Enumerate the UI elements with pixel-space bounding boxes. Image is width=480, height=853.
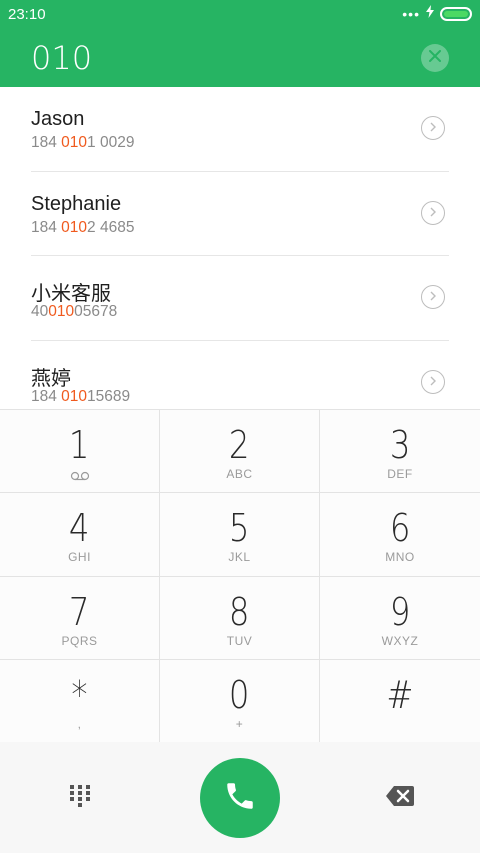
call-button[interactable]	[200, 758, 280, 838]
number-match: 010	[61, 134, 88, 151]
chevron-right-icon	[429, 288, 437, 306]
status-bar: 23:10 •••	[0, 0, 480, 28]
contact-number: 4001005678	[31, 303, 117, 321]
contact-detail-button[interactable]	[421, 369, 445, 394]
key-digit: 5	[229, 506, 250, 551]
key-digit: 9	[389, 589, 411, 634]
charging-icon	[426, 5, 434, 23]
number-match: 010	[61, 387, 88, 405]
key-digit: *	[71, 672, 88, 717]
dialpad: 1 2 ABC 3 DEF 4 GHI 5 JKL 6 MNO 7 PQRS 8…	[0, 409, 480, 743]
key-letters: DEF	[387, 467, 413, 481]
key-letters: ABC	[226, 467, 253, 481]
key-letters: ,	[77, 716, 82, 731]
number-suffix: 2 4685	[87, 218, 135, 236]
search-header: 010	[0, 28, 480, 87]
key-digit: 6	[389, 506, 411, 551]
contact-number: 184 0102 4685	[31, 219, 134, 237]
key-digit: #	[386, 672, 414, 717]
contact-row[interactable]: 小米客服 4001005678	[31, 256, 449, 341]
backspace-button[interactable]	[380, 782, 420, 814]
contact-name: 小米客服	[31, 283, 111, 305]
contact-row[interactable]: Jason 184 0101 0029	[31, 87, 449, 172]
number-suffix: 1 0029	[87, 134, 135, 151]
contact-name: Stephanie	[31, 192, 122, 215]
dots-icon: •••	[402, 6, 420, 22]
key-8[interactable]: 8 TUV	[160, 576, 320, 659]
key-row: 4 GHI 5 JKL 6 MNO	[0, 493, 480, 577]
status-icons: •••	[402, 5, 472, 23]
key-star[interactable]: * ,	[0, 659, 160, 743]
contact-name: Jason	[31, 108, 85, 130]
close-icon	[429, 49, 441, 67]
dialpad-icon	[69, 784, 91, 813]
key-letters: +	[235, 716, 244, 731]
key-row: 1 2 ABC 3 DEF	[0, 410, 480, 494]
status-time: 23:10	[8, 5, 46, 23]
key-0[interactable]: 0 +	[160, 659, 320, 743]
dialed-number[interactable]: 010	[31, 39, 92, 77]
number-suffix: 05678	[74, 303, 118, 320]
backspace-icon	[385, 785, 415, 812]
key-row: 7 PQRS 8 TUV 9 WXYZ	[0, 576, 480, 660]
contact-number: 184 01015689	[31, 388, 130, 406]
chevron-right-icon	[429, 373, 437, 391]
key-digit: 4	[69, 506, 90, 551]
number-prefix: 184	[31, 218, 62, 236]
key-7[interactable]: 7 PQRS	[0, 576, 160, 659]
key-letters: TUV	[226, 633, 253, 648]
key-letters: WXYZ	[381, 633, 419, 648]
key-digit: 8	[229, 589, 250, 634]
number-prefix: 40	[31, 303, 49, 320]
number-prefix: 184	[31, 387, 62, 405]
key-6[interactable]: 6 MNO	[320, 493, 480, 575]
key-letters: MNO	[385, 550, 415, 565]
battery-icon	[440, 7, 472, 21]
key-letters: PQRS	[61, 633, 98, 648]
key-letters: JKL	[228, 550, 251, 565]
key-letters: GHI	[68, 550, 91, 565]
key-digit: 1	[69, 423, 90, 467]
key-digit: 2	[229, 423, 250, 467]
number-prefix: 184	[31, 134, 62, 151]
key-digit: 7	[69, 589, 90, 634]
key-1[interactable]: 1	[0, 410, 160, 493]
phone-icon	[223, 779, 257, 818]
number-suffix: 15689	[87, 387, 131, 405]
key-hash[interactable]: #	[320, 660, 480, 743]
contact-detail-button[interactable]	[421, 200, 445, 225]
clear-button[interactable]	[421, 43, 449, 72]
key-row: * , 0 + #	[0, 659, 480, 743]
key-2[interactable]: 2 ABC	[160, 410, 320, 493]
key-3[interactable]: 3 DEF	[320, 410, 480, 492]
header-bar: 23:10 ••• 010	[0, 0, 480, 87]
voicemail-icon	[70, 468, 90, 486]
contact-detail-button[interactable]	[421, 116, 445, 140]
number-match: 010	[48, 303, 75, 320]
number-match: 010	[61, 218, 88, 236]
key-digit: 3	[389, 423, 411, 467]
key-digit: 0	[229, 672, 250, 717]
key-4[interactable]: 4 GHI	[0, 493, 160, 576]
contact-number: 184 0101 0029	[31, 134, 134, 152]
chevron-right-icon	[429, 204, 437, 222]
chevron-right-icon	[429, 119, 437, 137]
key-9[interactable]: 9 WXYZ	[320, 577, 480, 659]
contact-results: Jason 184 0101 0029 Stephanie 184 0102 4…	[0, 87, 480, 409]
contact-detail-button[interactable]	[421, 285, 445, 309]
key-5[interactable]: 5 JKL	[160, 493, 320, 576]
contact-row[interactable]: 燕婷 184 01015689	[31, 341, 449, 410]
bottom-bar	[0, 742, 480, 853]
contact-row[interactable]: Stephanie 184 0102 4685	[31, 172, 449, 256]
contact-name: 燕婷	[31, 367, 71, 390]
dialpad-toggle-button[interactable]	[64, 782, 96, 814]
